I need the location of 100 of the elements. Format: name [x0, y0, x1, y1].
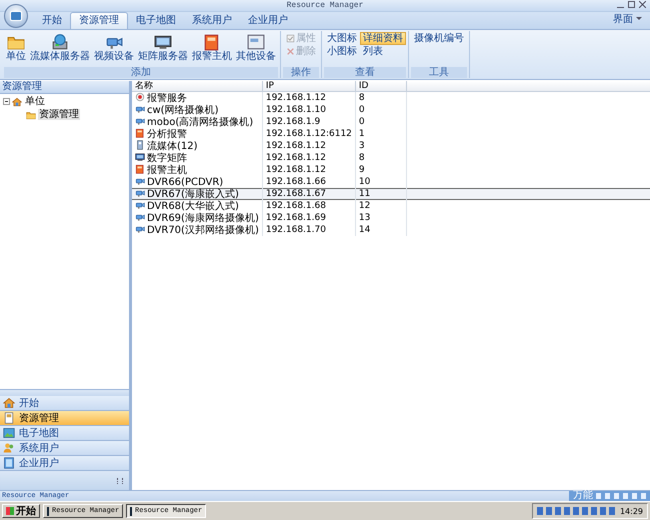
table-cell: 192.168.1.70 — [262, 224, 356, 236]
column-header[interactable]: ID — [355, 81, 406, 92]
ribbon-button[interactable]: 矩阵服务器 — [136, 31, 190, 64]
folder-icon — [26, 110, 36, 120]
nav-item[interactable]: 企业用户 — [0, 456, 129, 471]
table-cell: 3 — [355, 140, 406, 152]
tree-item[interactable]: 单位 — [24, 96, 46, 107]
document-icon — [3, 412, 15, 424]
camera-icon — [135, 176, 145, 186]
table-row[interactable]: 数字矩阵 — [132, 152, 262, 164]
stream-server-icon — [135, 140, 145, 150]
users-icon — [3, 442, 15, 454]
table-cell: 0 — [355, 116, 406, 128]
table-cell: 11 — [355, 188, 406, 200]
table-row[interactable]: 分析报警 — [132, 128, 262, 140]
group-label: 添加 — [4, 67, 278, 78]
ribbon-tab[interactable]: 系统用户 — [184, 13, 240, 29]
table-cell: 0 — [355, 104, 406, 116]
home-icon — [12, 96, 22, 106]
map-icon — [3, 427, 15, 439]
ribbon-button[interactable]: 报警主机 — [190, 31, 234, 64]
ribbon-button[interactable]: 大图标 — [324, 32, 360, 45]
ribbon-tab[interactable]: 电子地图 — [128, 13, 184, 29]
table-row[interactable]: DVR69(海康网络摄像机) — [132, 212, 262, 224]
nav-item[interactable]: 资源管理 — [0, 411, 129, 426]
app-menu-button[interactable] — [4, 4, 28, 28]
close-button[interactable] — [639, 1, 646, 8]
camera-icon — [135, 212, 145, 222]
table-row[interactable]: DVR70(汉邦网络摄像机) — [132, 224, 262, 236]
alarm-panel-icon — [203, 32, 221, 50]
camera-icon — [135, 104, 145, 114]
table-cell: 8 — [355, 92, 406, 104]
device-icon — [247, 32, 265, 50]
checkbox-icon — [286, 34, 295, 43]
matrix-icon — [135, 152, 145, 162]
table-cell: 192.168.1.9 — [262, 116, 356, 128]
table-cell: 13 — [355, 212, 406, 224]
group-label: 工具 — [411, 67, 467, 78]
windows-logo-icon — [6, 507, 14, 515]
table-row[interactable]: DVR67(海康嵌入式) — [132, 188, 262, 200]
nav-item[interactable]: 系统用户 — [0, 441, 129, 456]
table-row[interactable]: mobo(高清网络摄像机) — [132, 116, 262, 128]
column-header[interactable]: IP — [262, 81, 356, 92]
server-icon — [51, 32, 69, 50]
table-cell: 192.168.1.67 — [262, 188, 356, 200]
expand-icon[interactable] — [117, 478, 123, 484]
table-row[interactable]: 报警主机 — [132, 164, 262, 176]
ribbon-tab[interactable]: 开始 — [34, 13, 70, 29]
table-cell: 1 — [355, 128, 406, 140]
ribbon-button[interactable]: 视频设备 — [92, 31, 136, 64]
splitter-grip[interactable] — [0, 389, 129, 396]
window-title: Resource Manager — [286, 1, 364, 10]
table-row[interactable]: cw(网络摄像机) — [132, 104, 262, 116]
group-label: 操作 — [283, 67, 319, 78]
table-cell: 192.168.1.69 — [262, 212, 356, 224]
ribbon-button[interactable]: 列表 — [360, 45, 406, 58]
nav-item[interactable]: 开始 — [0, 396, 129, 411]
collapse-toggle[interactable] — [3, 98, 10, 105]
alarm-panel-icon — [135, 164, 145, 174]
group-label: 查看 — [324, 67, 406, 78]
table-cell: 9 — [355, 164, 406, 176]
home-icon — [3, 397, 15, 409]
camera-icon — [135, 200, 145, 210]
table-row[interactable]: 报警服务 — [132, 92, 262, 104]
table-cell: 192.168.1.10 — [262, 104, 356, 116]
start-button[interactable]: 开始 — [2, 504, 40, 518]
ribbon-tab[interactable]: 企业用户 — [240, 13, 296, 29]
table-cell: 192.168.1.12 — [262, 152, 356, 164]
column-header[interactable]: 名称 — [132, 81, 262, 92]
table-row[interactable]: 流媒体(12) — [132, 140, 262, 152]
ribbon-button[interactable]: 小图标 — [324, 45, 360, 58]
ribbon-button[interactable]: 其他设备 — [234, 31, 278, 64]
panel-header: 资源管理 — [0, 81, 129, 94]
table-cell: 12 — [355, 200, 406, 212]
tree-item[interactable]: 资源管理 — [38, 109, 80, 120]
ribbon-tab[interactable]: 资源管理 — [70, 12, 128, 29]
camera-icon — [135, 188, 145, 198]
camera-icon — [135, 116, 145, 126]
user-card-icon — [3, 457, 15, 469]
ribbon-button[interactable]: 单位 — [4, 31, 28, 64]
clock: 14:29 — [620, 506, 643, 516]
table-cell: 192.168.1.12:6112 — [262, 128, 356, 140]
ribbon-button[interactable]: 摄像机编号 — [411, 32, 467, 45]
delete-icon — [286, 47, 295, 56]
table-cell: 192.168.1.12 — [262, 92, 356, 104]
camera-icon — [135, 224, 145, 234]
alarm-bell-icon — [135, 92, 145, 102]
ribbon-button[interactable]: 流媒体服务器 — [28, 31, 92, 64]
nav-item[interactable]: 电子地图 — [0, 426, 129, 441]
table-cell: 192.168.1.12 — [262, 164, 356, 176]
interface-menu[interactable]: 界面 — [611, 12, 635, 28]
ribbon-button[interactable]: 详细资料 — [360, 32, 406, 45]
table-row[interactable]: DVR68(大华嵌入式) — [132, 200, 262, 212]
ime-icons-drawing — [596, 493, 646, 499]
alarm-panel-icon — [135, 128, 145, 138]
table-cell: 8 — [355, 152, 406, 164]
table-cell: 14 — [355, 224, 406, 236]
table-cell: 192.168.1.68 — [262, 200, 356, 212]
table-cell: 192.168.1.12 — [262, 140, 356, 152]
maximize-button[interactable] — [628, 1, 635, 8]
